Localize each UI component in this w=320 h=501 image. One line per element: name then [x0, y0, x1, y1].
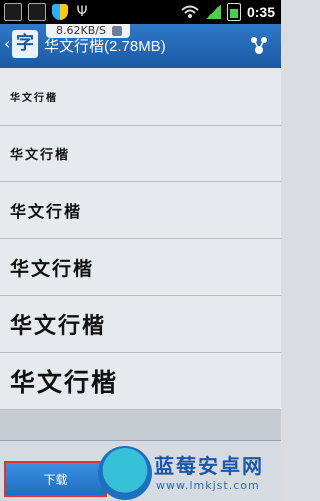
font-preview-text: 华文行楷: [10, 148, 71, 163]
battery-icon: [226, 3, 241, 21]
font-preview-list[interactable]: 华文行楷 华文行楷 华文行楷 华文行楷 华文行楷 华文行楷: [0, 68, 281, 410]
bottom-bar: 下载 蓝莓安卓网 www.lmkjst.com: [0, 440, 281, 501]
download-button[interactable]: 下载: [4, 461, 107, 497]
title-bar: ‹ 字 华文行楷(2.78MB): [0, 24, 281, 68]
app-logo: 字: [12, 30, 38, 58]
font-preview-row: 华文行楷: [0, 353, 281, 410]
notification-icon: [4, 3, 22, 21]
watermark-logo-icon: [98, 446, 152, 500]
font-preview-row: 华文行楷: [0, 126, 281, 182]
usb-icon: Ψ: [76, 4, 88, 20]
watermark: 蓝莓安卓网 www.lmkjst.com: [98, 446, 281, 500]
font-preview-row: 华文行楷: [0, 182, 281, 239]
font-preview-text: 华文行楷: [10, 257, 95, 280]
font-preview-text: 华文行楷: [10, 93, 58, 104]
watermark-url: www.lmkjst.com: [156, 479, 260, 492]
status-left-icons: Ψ: [4, 3, 90, 21]
page-title: 华文行楷(2.78MB): [44, 38, 166, 55]
status-bar: Ψ 0:35: [0, 0, 281, 24]
font-preview-text: 华文行楷: [10, 368, 119, 397]
watermark-title: 蓝莓安卓网: [154, 454, 264, 478]
status-time: 0:35: [246, 4, 275, 20]
share-icon[interactable]: [249, 34, 269, 58]
font-preview-text: 华文行楷: [10, 313, 107, 339]
shield-icon: [52, 4, 68, 20]
wifi-icon: [181, 5, 199, 18]
download-speed: 8.62KB/S: [56, 24, 106, 37]
font-preview-row: 华文行楷: [0, 68, 281, 126]
notification-icon: [28, 3, 46, 21]
font-preview-text: 华文行楷: [10, 202, 83, 221]
signal-icon: [204, 5, 221, 19]
font-preview-row: 华文行楷: [0, 296, 281, 353]
speed-badge-icon: [111, 26, 122, 36]
status-right-icons: 0:35: [181, 3, 275, 21]
list-padding: [0, 410, 281, 440]
font-preview-row: 华文行楷: [0, 239, 281, 296]
download-speed-indicator: 8.62KB/S: [46, 24, 130, 38]
